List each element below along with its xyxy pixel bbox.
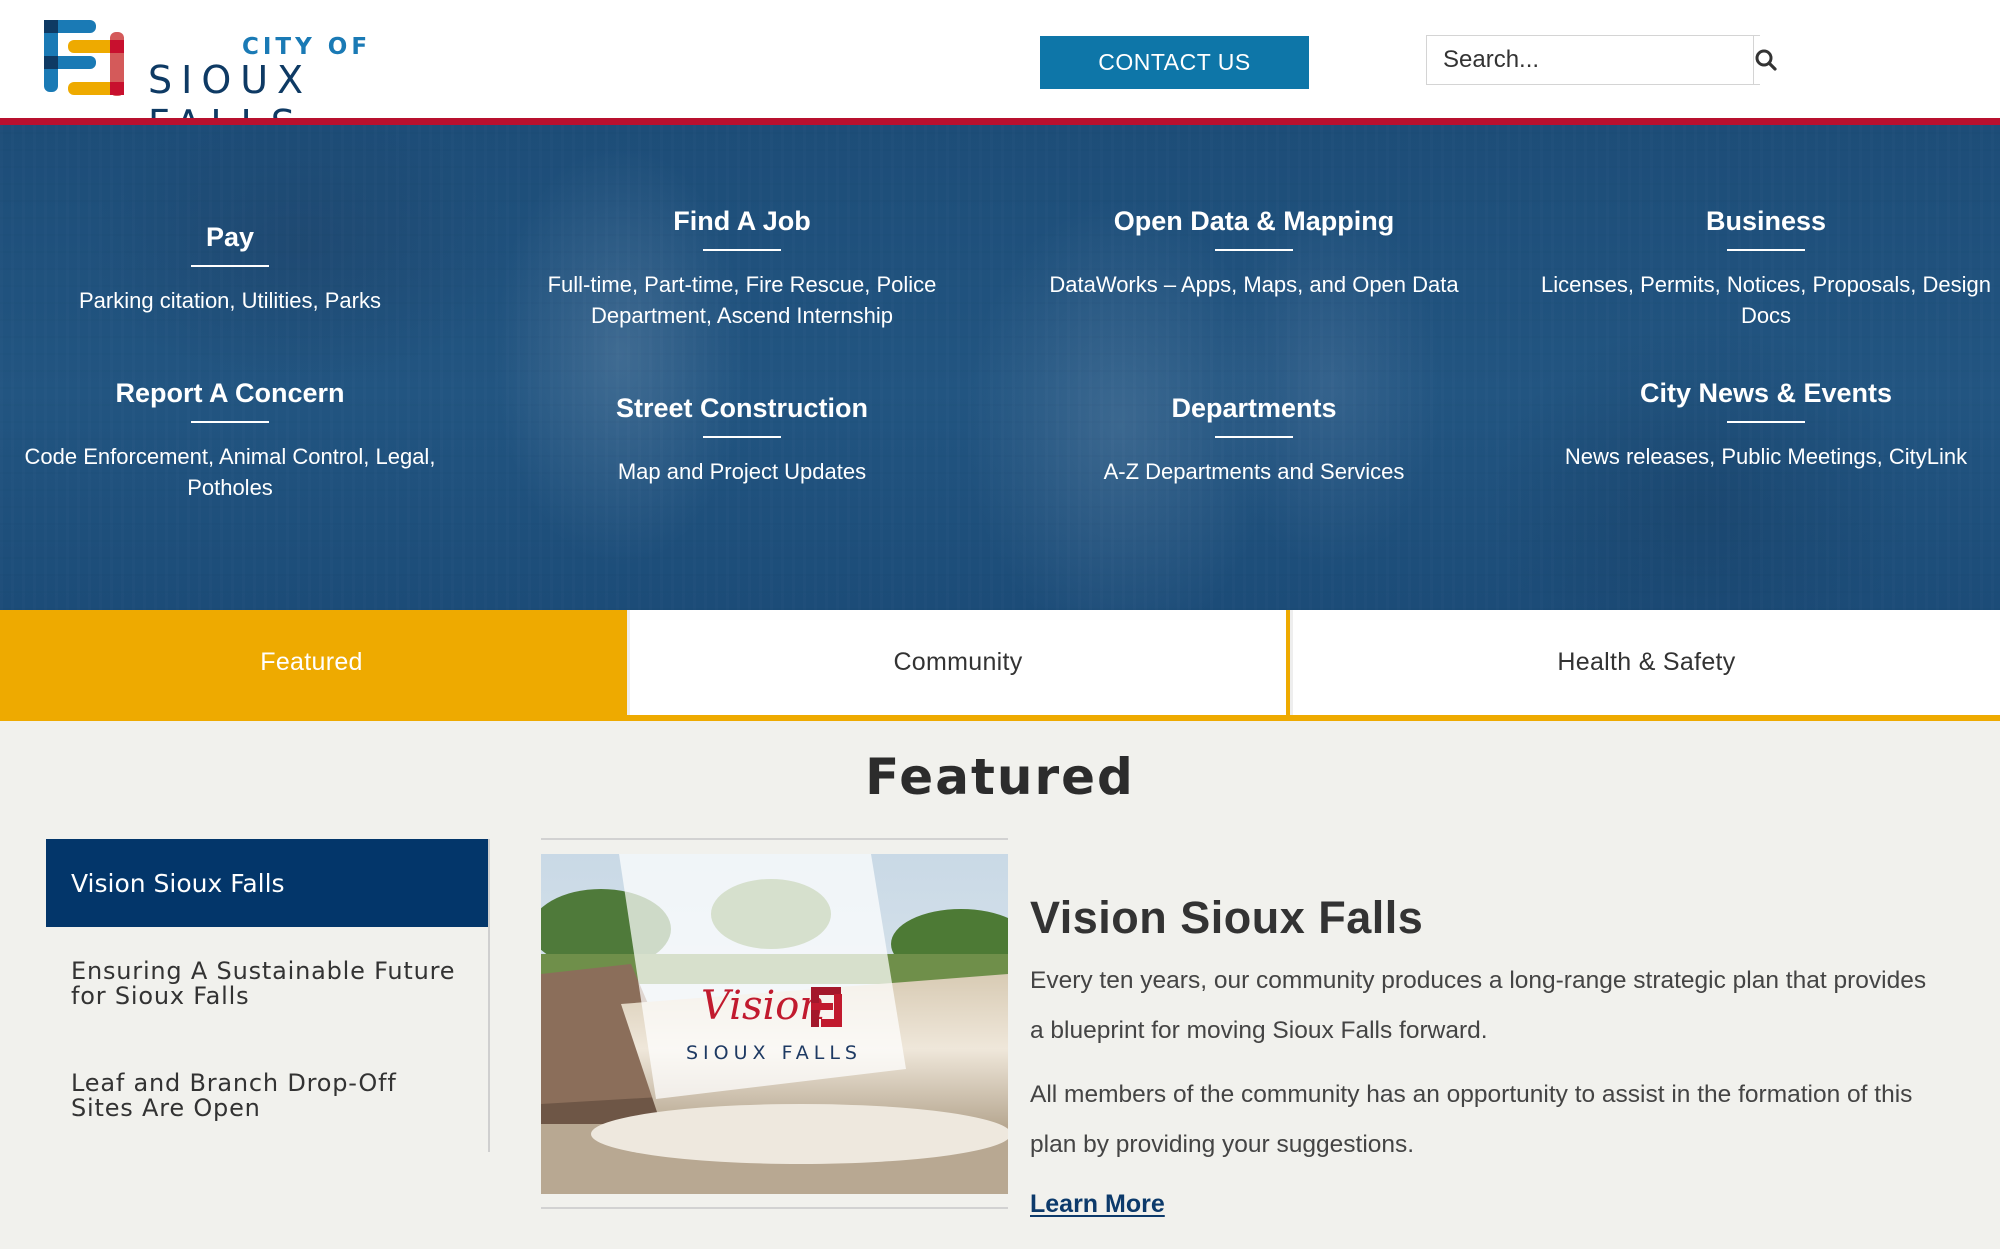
quick-link-divider	[191, 421, 269, 423]
article-paragraph: Every ten years, our community produces …	[1030, 967, 1927, 1044]
tab-community[interactable]: Community	[627, 610, 1286, 715]
quick-link-title: Find A Job	[673, 206, 811, 236]
tab-featured[interactable]: Featured	[0, 610, 623, 715]
quick-link-description: Licenses, Permits, Notices, Proposals, D…	[1541, 272, 1991, 328]
search-box	[1426, 35, 1778, 85]
quick-link-divider	[191, 265, 269, 267]
article-paragraph: All members of the community has an oppo…	[1030, 1081, 1913, 1158]
search-icon	[1755, 49, 1777, 71]
hero-quick-links: Pay Parking citation, Utilities, Parks F…	[0, 125, 2000, 610]
quick-link-city-news-events[interactable]: City News & Events News releases, Public…	[1531, 376, 2000, 472]
featured-sidebar: Vision Sioux Falls Ensuring A Sustainabl…	[46, 839, 490, 1152]
search-input[interactable]	[1427, 36, 1753, 84]
quick-link-divider	[1215, 249, 1293, 251]
quick-link-divider	[1215, 436, 1293, 438]
learn-more-link[interactable]: Learn More	[1030, 1190, 1165, 1219]
sidebar-item-leaf-branch-dropoff[interactable]: Leaf and Branch Drop-Off Sites Are Open	[46, 1071, 488, 1121]
featured-image[interactable]: Vision SIOUX FALLS	[541, 854, 1008, 1194]
vision-logo-name: SIOUX FALLS	[686, 1042, 862, 1064]
content-tabs: Featured Community Health & Safety	[0, 610, 2000, 721]
quick-link-description: A-Z Departments and Services	[1103, 459, 1405, 484]
quick-link-title: Street Construction	[615, 393, 869, 423]
quick-link-description: Parking citation, Utilities, Parks	[79, 288, 381, 313]
quick-link-pay[interactable]: Pay Parking citation, Utilities, Parks	[0, 220, 465, 316]
quick-link-description: DataWorks – Apps, Maps, and Open Data	[1049, 272, 1459, 297]
article-title: Vision Sioux Falls	[1030, 892, 1424, 943]
vision-logo-mark-icon	[811, 987, 842, 1027]
city-logo-mark-icon	[44, 20, 124, 96]
quick-link-divider	[1727, 421, 1805, 423]
quick-link-title: City News & Events	[1639, 378, 1893, 408]
quick-link-find-a-job[interactable]: Find A Job Full-time, Part-time, Fire Re…	[507, 204, 977, 331]
quick-link-title: Report A Concern	[115, 378, 345, 408]
quick-link-departments[interactable]: Departments A-Z Departments and Services	[1019, 391, 1489, 487]
image-divider-top	[541, 838, 1008, 840]
logo-text-city-of: CITY OF	[242, 34, 372, 60]
quick-link-business[interactable]: Business Licenses, Permits, Notices, Pro…	[1531, 204, 2000, 331]
quick-link-description: Full-time, Part-time, Fire Rescue, Polic…	[547, 272, 937, 328]
quick-link-title: Pay	[205, 222, 255, 252]
quick-link-title: Open Data & Mapping	[1113, 206, 1395, 236]
site-header: CITY OF SIOUX FALLS CONTACT US	[0, 0, 2000, 146]
header-accent-bar	[0, 118, 2000, 125]
waterfall-photo: Vision SIOUX FALLS	[541, 854, 1008, 1194]
quick-link-description: Code Enforcement, Animal Control, Legal,…	[24, 444, 436, 500]
section-title: Featured	[865, 748, 1135, 806]
vision-logo-script: Vision	[701, 983, 825, 1029]
quick-links-grid: Pay Parking citation, Utilities, Parks F…	[0, 125, 2000, 610]
quick-link-title: Departments	[1171, 393, 1337, 423]
sidebar-item-vision-sioux-falls[interactable]: Vision Sioux Falls	[46, 839, 488, 927]
quick-link-divider	[703, 249, 781, 251]
quick-link-description: News releases, Public Meetings, CityLink	[1564, 444, 1968, 469]
quick-link-divider	[1727, 249, 1805, 251]
image-divider-bottom	[541, 1207, 1008, 1209]
sidebar-item-sustainable-future[interactable]: Ensuring A Sustainable Future for Sioux …	[46, 959, 488, 1009]
site-logo[interactable]: CITY OF SIOUX FALLS	[44, 12, 484, 146]
quick-link-report-a-concern[interactable]: Report A Concern Code Enforcement, Anima…	[0, 376, 465, 503]
quick-link-divider	[703, 436, 781, 438]
quick-link-open-data-mapping[interactable]: Open Data & Mapping DataWorks – Apps, Ma…	[1019, 204, 1489, 300]
contact-us-button[interactable]: CONTACT US	[1040, 36, 1309, 89]
quick-link-title: Business	[1705, 206, 1827, 236]
quick-link-description: Map and Project Updates	[617, 459, 867, 484]
search-button[interactable]	[1753, 36, 1778, 84]
featured-article: Vision Sioux Falls Every ten years, our …	[1030, 890, 1930, 1219]
tab-health-safety[interactable]: Health & Safety	[1290, 610, 2000, 715]
quick-link-street-construction[interactable]: Street Construction Map and Project Upda…	[507, 391, 977, 487]
